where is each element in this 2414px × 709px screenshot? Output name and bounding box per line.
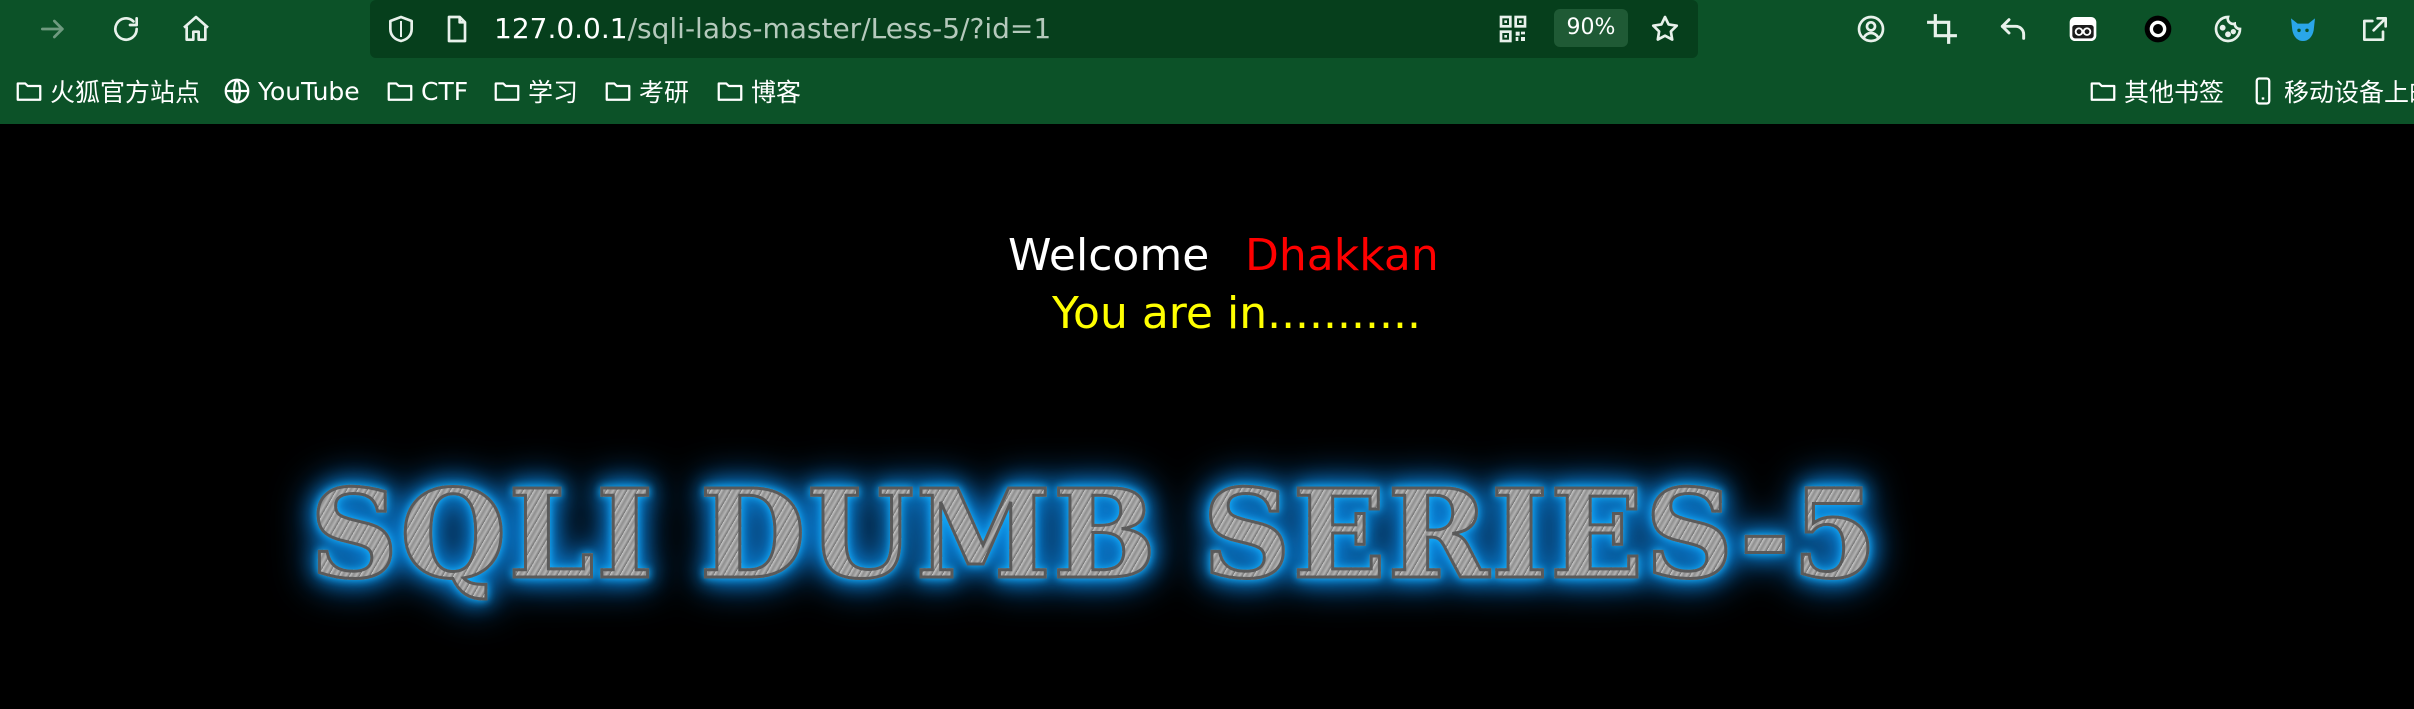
folder-icon [494,82,520,101]
series-banner-text: SQLI DUMB SERIES-5 [309,463,2110,606]
cookie-icon[interactable] [2208,9,2248,49]
bookmark-item-5[interactable]: 博客 [715,72,801,110]
login-status-text: You are in........... [1052,288,1421,339]
zoom-level-badge[interactable]: 90% [1554,9,1628,47]
other-bookmarks-label: 其他书签 [2124,78,2225,107]
mobile-bookmarks-label: 移动设备上的 [2284,78,2414,107]
folder-icon [2090,82,2116,101]
account-icon[interactable] [1851,9,1891,49]
bookmark-item-4[interactable]: 考研 [603,72,689,110]
bookmark-label: YouTube [258,76,360,106]
series-banner: SQLI DUMB SERIES-5 [309,463,2110,606]
extension-mask-icon[interactable] [2063,9,2103,49]
address-bar[interactable]: 127.0.0.1/sqli-labs-master/Less-5/?id=1 … [370,0,1698,58]
screenshot-crop-icon[interactable] [1922,9,1962,49]
mobile-bookmarks[interactable]: 移动设备上的 [2248,72,2414,110]
bookmark-label: 考研 [639,78,690,107]
bookmark-label: 博客 [751,78,802,107]
globe-icon [224,78,250,104]
welcome-text: Welcome [1008,230,1210,281]
page-content: Welcome Dhakkan You are in........... SQ… [0,124,2414,709]
page-info-icon[interactable] [438,10,476,48]
bookmark-item-1[interactable]: YouTube [222,72,360,110]
tracking-shield-icon[interactable] [382,10,420,48]
bookmark-label: CTF [421,76,469,106]
username-text: Dhakkan [1245,230,1439,281]
url-path: /sqli-labs-master/Less-5/?id=1 [627,12,1052,45]
bookmark-item-2[interactable]: CTF [385,72,468,110]
mobile-device-icon [2255,77,2271,105]
extension-circle-icon[interactable] [2138,9,2178,49]
reload-icon[interactable] [105,8,147,50]
folder-icon [605,82,631,101]
bookmark-item-0[interactable]: 火狐官方站点 [14,72,200,110]
folder-icon [717,82,743,101]
share-icon[interactable] [2355,9,2395,49]
bookmark-star-icon[interactable] [1646,10,1684,48]
bookmarks-toolbar: 火狐官方站点 YouTube CTF 学习 考研 博客 其他书签 移动设备上的 [0,58,2414,124]
other-bookmarks[interactable]: 其他书签 [2088,72,2224,110]
url-text[interactable]: 127.0.0.1/sqli-labs-master/Less-5/?id=1 [494,10,1051,48]
bookmark-label: 学习 [528,78,579,107]
bookmark-label: 火狐官方站点 [50,78,201,107]
forward-arrow-icon[interactable] [32,8,74,50]
undo-arrow-icon[interactable] [1993,9,2033,49]
welcome-line: Welcome Dhakkan [0,230,2414,290]
home-icon[interactable] [175,8,217,50]
folder-icon [387,82,413,101]
browser-toolbar: 127.0.0.1/sqli-labs-master/Less-5/?id=1 … [0,0,2414,58]
url-host: 127.0.0.1 [494,12,628,45]
fox-extension-icon[interactable] [2283,9,2323,49]
folder-icon [16,82,42,101]
qr-code-icon[interactable] [1494,10,1532,48]
bookmark-item-3[interactable]: 学习 [492,72,578,110]
